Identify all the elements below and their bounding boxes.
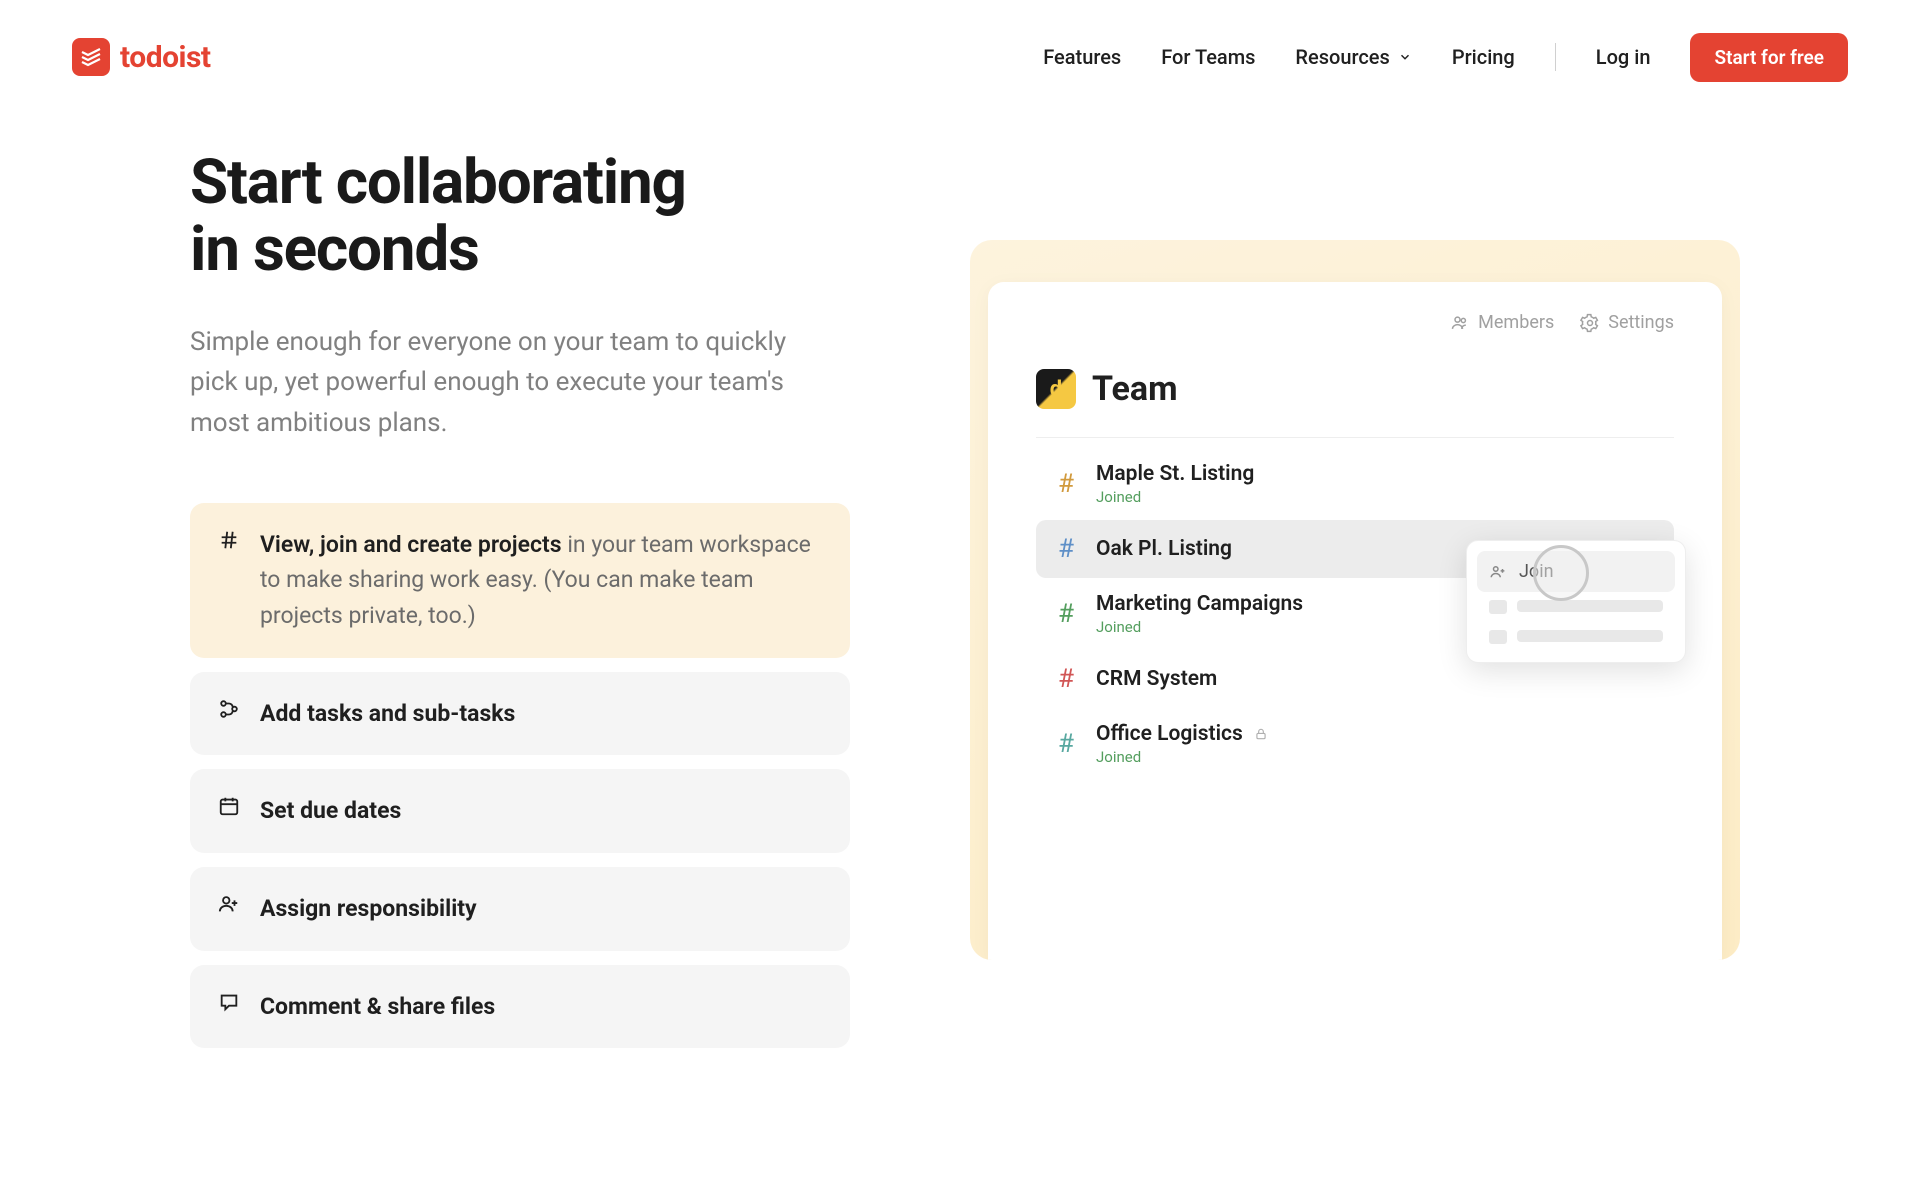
team-header: d Team <box>1036 369 1674 409</box>
feature-due-dates[interactable]: Set due dates <box>190 769 850 853</box>
hero-title: Start collaborating in seconds <box>190 150 850 284</box>
hero-subtitle: Simple enough for everyone on your team … <box>190 322 810 443</box>
join-menu-item[interactable]: Join <box>1477 551 1675 592</box>
left-column: Start collaborating in seconds Simple en… <box>190 150 850 1048</box>
project-list: # Maple St. Listing Joined # Oak Pl. Lis… <box>1036 448 1674 780</box>
right-column: Members Settings d Team # <box>970 150 1848 1048</box>
project-name: Marketing Campaigns <box>1096 592 1303 616</box>
project-name: CRM System <box>1096 667 1217 691</box>
nav-resources[interactable]: Resources <box>1295 45 1411 69</box>
preview-window: Members Settings d Team # <box>988 282 1722 960</box>
hash-icon: # <box>1054 534 1078 564</box>
logo[interactable]: todoist <box>72 38 211 76</box>
feature-assign[interactable]: Assign responsibility <box>190 867 850 951</box>
settings-button[interactable]: Settings <box>1580 312 1674 333</box>
hash-icon: # <box>1054 469 1078 499</box>
feature-text: Assign responsibility <box>260 891 477 927</box>
feature-text: Add tasks and sub-tasks <box>260 696 515 732</box>
main: Start collaborating in seconds Simple en… <box>0 90 1920 1048</box>
comment-icon <box>218 991 240 1013</box>
project-status: Joined <box>1096 748 1268 766</box>
preview-frame: Members Settings d Team # <box>970 240 1740 960</box>
feature-text: Set due dates <box>260 793 401 829</box>
cta-start-free[interactable]: Start for free <box>1690 33 1848 82</box>
top-nav: todoist Features For Teams Resources Pri… <box>0 0 1920 90</box>
feature-text: Comment & share files <box>260 989 495 1025</box>
nav-divider <box>1555 43 1556 71</box>
project-office-logistics[interactable]: # Office Logistics Joined <box>1036 708 1674 780</box>
person-plus-icon <box>218 893 240 915</box>
chevron-down-icon <box>1398 50 1412 64</box>
person-plus-icon <box>1489 563 1507 581</box>
lock-icon <box>1254 727 1268 741</box>
hash-icon <box>218 529 240 551</box>
project-name: Maple St. Listing <box>1096 462 1254 486</box>
nav-links: Features For Teams Resources Pricing Log… <box>1043 33 1848 82</box>
divider <box>1036 437 1674 438</box>
feature-list: View, join and create projects in your t… <box>190 503 850 1048</box>
nav-resources-label: Resources <box>1295 45 1389 69</box>
nav-pricing[interactable]: Pricing <box>1452 45 1515 69</box>
hash-icon: # <box>1054 599 1078 629</box>
team-title: Team <box>1092 369 1178 409</box>
menu-skeleton <box>1477 592 1675 622</box>
hash-icon: # <box>1054 664 1078 694</box>
logo-icon <box>72 38 110 76</box>
nav-for-teams[interactable]: For Teams <box>1161 45 1255 69</box>
feature-view-join-create[interactable]: View, join and create projects in your t… <box>190 503 850 658</box>
project-context-menu: Join <box>1466 540 1686 663</box>
preview-topbar: Members Settings <box>1036 312 1674 333</box>
feature-comment-share[interactable]: Comment & share files <box>190 965 850 1049</box>
hash-icon: # <box>1054 729 1078 759</box>
project-maple-st[interactable]: # Maple St. Listing Joined <box>1036 448 1674 520</box>
gear-icon <box>1580 313 1600 333</box>
nav-features[interactable]: Features <box>1043 45 1121 69</box>
project-status: Joined <box>1096 488 1254 506</box>
team-avatar: d <box>1036 369 1076 409</box>
logo-text: todoist <box>120 40 211 75</box>
feature-text: View, join and create projects in your t… <box>260 527 822 634</box>
feature-add-tasks[interactable]: Add tasks and sub-tasks <box>190 672 850 756</box>
menu-skeleton <box>1477 622 1675 652</box>
project-status: Joined <box>1096 618 1303 636</box>
project-name: Office Logistics <box>1096 722 1268 746</box>
branch-icon <box>218 698 240 720</box>
project-name: Oak Pl. Listing <box>1096 537 1232 561</box>
calendar-icon <box>218 795 240 817</box>
members-button[interactable]: Members <box>1450 312 1554 333</box>
members-icon <box>1450 313 1470 333</box>
nav-login[interactable]: Log in <box>1596 45 1651 69</box>
